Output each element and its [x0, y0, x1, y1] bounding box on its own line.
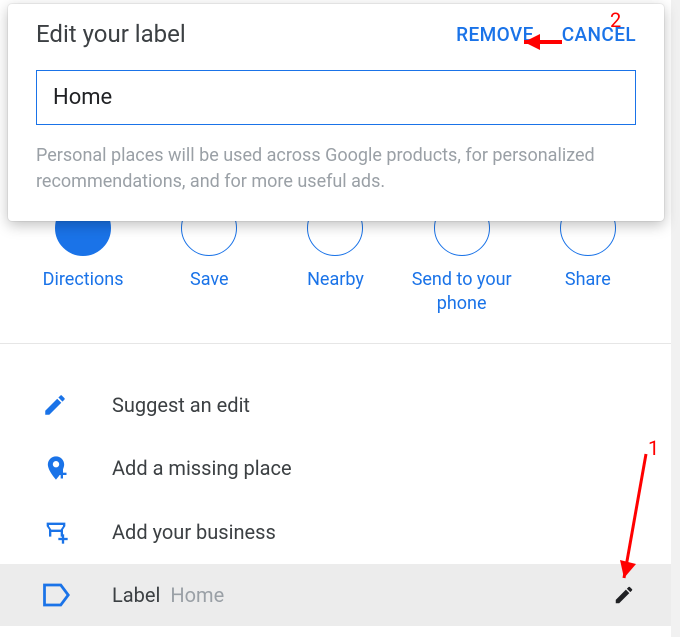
add-place-icon: [42, 454, 112, 482]
label-icon: [42, 582, 112, 608]
actions-row: Directions Save Nearby Send to your phon…: [0, 200, 671, 344]
suggest-edit-label: Suggest an edit: [112, 393, 250, 417]
edit-label-button[interactable]: [613, 584, 635, 606]
dialog-header: Edit your label REMOVE CANCEL: [36, 20, 636, 48]
label-title: Label: [112, 583, 160, 607]
storefront-icon: [42, 518, 112, 546]
options-list: Suggest an edit Add a missing place: [0, 344, 671, 626]
label-name-input[interactable]: [36, 70, 636, 125]
cancel-button[interactable]: CANCEL: [562, 23, 636, 46]
pencil-icon: [42, 392, 112, 418]
remove-button[interactable]: REMOVE: [456, 23, 534, 46]
label-item[interactable]: Label Home: [0, 564, 671, 626]
add-missing-place-item[interactable]: Add a missing place: [0, 436, 671, 500]
label-value: Home: [170, 583, 224, 607]
save-label: Save: [190, 268, 229, 292]
add-business-label: Add your business: [112, 520, 276, 544]
dialog-actions: REMOVE CANCEL: [456, 23, 636, 46]
send-label: Send to your phone: [402, 268, 522, 317]
edit-label-dialog: Edit your label REMOVE CANCEL Personal p…: [8, 4, 664, 221]
add-business-item[interactable]: Add your business: [0, 500, 671, 564]
share-label: Share: [565, 268, 611, 292]
directions-label: Directions: [43, 268, 124, 292]
dialog-hint: Personal places will be used across Goog…: [36, 143, 636, 195]
dialog-title: Edit your label: [36, 20, 186, 48]
nearby-label: Nearby: [307, 268, 364, 292]
suggest-edit-item[interactable]: Suggest an edit: [0, 374, 671, 436]
add-missing-place-label: Add a missing place: [112, 456, 292, 480]
